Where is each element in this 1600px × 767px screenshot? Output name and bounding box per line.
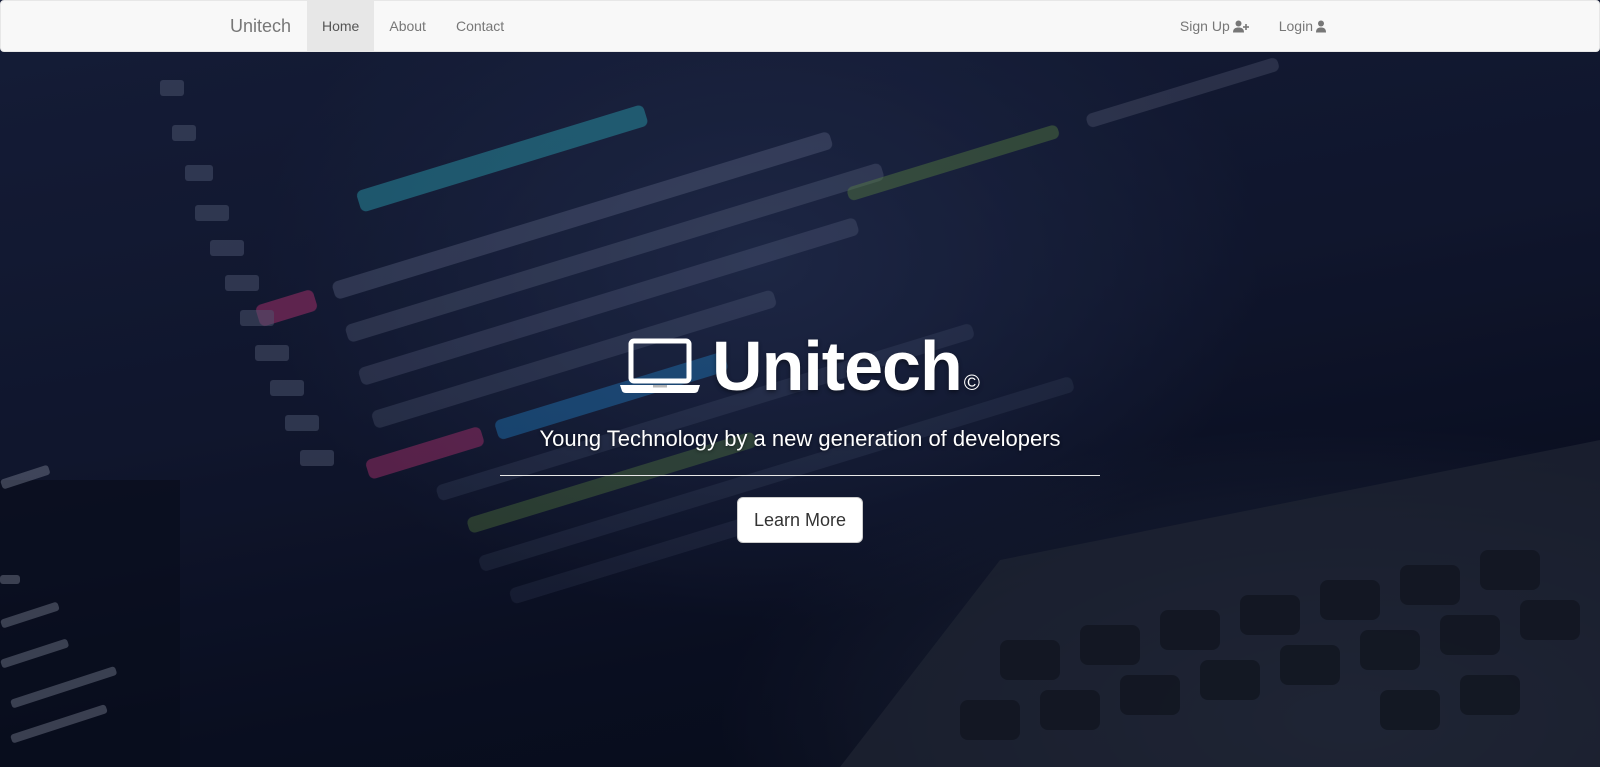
navbar-brand[interactable]: Unitech	[215, 1, 306, 51]
sign-up-label: Sign Up	[1179, 18, 1230, 34]
laptop-icon	[620, 338, 701, 393]
user-plus-icon	[1232, 20, 1249, 32]
navbar-left-menu: Home About Contact	[307, 1, 519, 51]
landing-page: Unitech Home About Contact Sign Up Login…	[0, 0, 1600, 767]
hero-heading: Unitech©	[0, 330, 1600, 402]
hero-subtitle: Young Technology by a new generation of …	[539, 426, 1061, 451]
learn-more-button[interactable]: Learn More	[737, 497, 863, 543]
navbar-container: Unitech Home About Contact Sign Up Login	[215, 1, 1341, 51]
nav-item-home[interactable]: Home	[307, 1, 375, 51]
user-icon	[1316, 20, 1326, 32]
login-label: Login	[1278, 18, 1313, 34]
top-navbar: Unitech Home About Contact Sign Up Login	[0, 0, 1600, 52]
nav-item-login[interactable]: Login	[1264, 1, 1341, 51]
navbar-right-menu: Sign Up Login	[1165, 1, 1341, 51]
nav-item-about[interactable]: About	[374, 1, 441, 51]
copyright-mark: ©	[963, 370, 980, 395]
nav-item-sign-up[interactable]: Sign Up	[1165, 1, 1264, 51]
hero-section: Unitech© Young Technology by a new gener…	[0, 0, 1600, 767]
hero-divider	[500, 475, 1100, 476]
hero-title-text: Unitech	[712, 327, 963, 405]
nav-item-contact[interactable]: Contact	[441, 1, 519, 51]
